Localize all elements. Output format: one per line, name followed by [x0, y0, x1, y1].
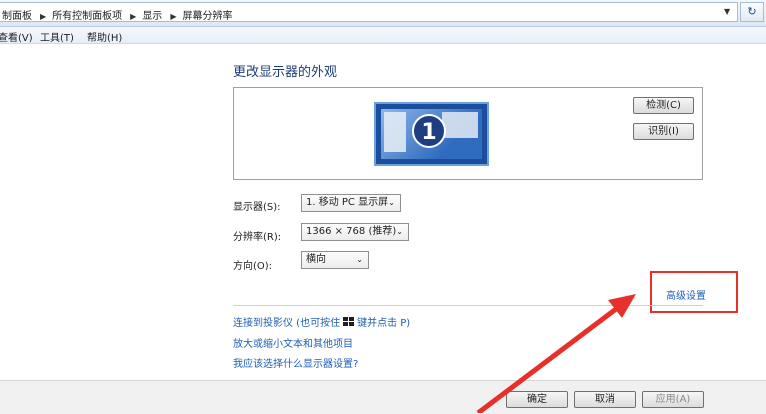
display-label: 显示器(S): — [233, 202, 281, 213]
crumb-control-panel[interactable]: 制面板 — [2, 11, 32, 22]
chevron-right-icon[interactable]: ▶ — [40, 12, 46, 21]
chevron-right-icon[interactable]: ▶ — [130, 12, 136, 21]
cancel-button[interactable]: 取消 — [574, 391, 636, 408]
chevron-down-icon: ⌄ — [356, 255, 363, 264]
monitor-number-badge: 1 — [412, 114, 446, 148]
button-bar: 确定 取消 应用(A) — [0, 380, 766, 414]
apply-button[interactable]: 应用(A) — [642, 391, 704, 408]
divider — [233, 305, 703, 306]
orientation-select[interactable]: 横向 ⌄ — [301, 251, 369, 269]
crumb-display[interactable]: 显示 — [142, 11, 162, 22]
refresh-icon[interactable]: ↻ — [740, 2, 764, 22]
chevron-right-icon[interactable]: ▶ — [170, 12, 176, 21]
text-size-link[interactable]: 放大或缩小文本和其他项目 — [233, 335, 353, 350]
address-bar: 制面板 ▶ 所有控制面板项 ▶ 显示 ▶ 屏幕分辨率 ▼ ↻ — [0, 0, 766, 27]
menu-bar: 查看(V) 工具(T) 帮助(H) — [0, 27, 766, 44]
address-field[interactable]: 制面板 ▶ 所有控制面板项 ▶ 显示 ▶ 屏幕分辨率 ▼ — [0, 2, 738, 22]
menu-view[interactable]: 查看(V) — [0, 29, 33, 44]
resolution-label: 分辨率(R): — [233, 232, 282, 243]
breadcrumb: 制面板 ▶ 所有控制面板项 ▶ 显示 ▶ 屏幕分辨率 — [2, 7, 234, 22]
crumb-all-items[interactable]: 所有控制面板项 — [52, 11, 122, 22]
chevron-down-icon[interactable]: ▼ — [724, 7, 730, 16]
display-select[interactable]: 1. 移动 PC 显示屏 ⌄ — [301, 194, 401, 212]
resolution-select[interactable]: 1366 × 768 (推荐) ⌄ — [301, 223, 409, 241]
display-help-link[interactable]: 我应该选择什么显示器设置? — [233, 355, 358, 370]
advanced-settings-link[interactable]: 高级设置 — [666, 287, 706, 302]
monitor-icon[interactable]: 1 — [374, 102, 489, 166]
chevron-down-icon: ⌄ — [396, 227, 403, 236]
windows-logo-icon — [343, 317, 355, 327]
monitor-preview-pane: 1 检测(C) 识别(I) — [233, 87, 703, 180]
menu-tools[interactable]: 工具(T) — [40, 29, 74, 44]
projector-link[interactable]: 连接到投影仪 (也可按住 键并点击 P) — [233, 314, 410, 329]
identify-button[interactable]: 识别(I) — [633, 123, 694, 140]
orientation-label: 方向(O): — [233, 261, 273, 272]
highlight-box: 高级设置 — [650, 271, 738, 313]
detect-button[interactable]: 检测(C) — [633, 97, 694, 114]
chevron-down-icon: ⌄ — [388, 198, 395, 207]
ok-button[interactable]: 确定 — [506, 391, 568, 408]
menu-help[interactable]: 帮助(H) — [87, 29, 122, 44]
page-title: 更改显示器的外观 — [233, 65, 338, 80]
crumb-screen-resolution[interactable]: 屏幕分辨率 — [182, 11, 232, 22]
